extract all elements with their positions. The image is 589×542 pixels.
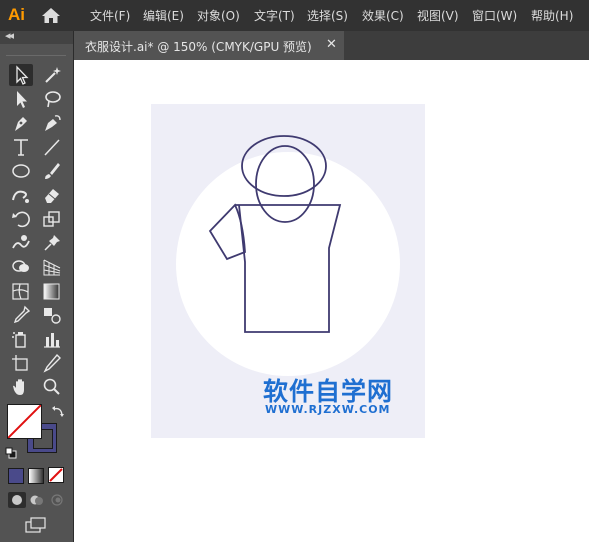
menu-view[interactable]: 视图(V) <box>417 7 459 24</box>
eraser-tool-icon[interactable] <box>40 184 64 206</box>
menu-file[interactable]: 文件(F) <box>90 7 130 24</box>
default-fill-stroke-icon[interactable] <box>5 444 17 459</box>
fill-swatch[interactable] <box>7 404 42 439</box>
type-tool-icon[interactable] <box>9 136 33 158</box>
ellipse-tool-icon[interactable] <box>9 160 33 182</box>
gradient-tool-icon[interactable] <box>40 280 64 302</box>
paintbrush-tool-icon[interactable] <box>40 160 64 182</box>
perspective-grid-tool-icon[interactable] <box>40 256 64 278</box>
menu-edit[interactable]: 编辑(E) <box>143 7 184 24</box>
symbol-sprayer-tool-icon[interactable] <box>9 328 33 350</box>
document-tab-title: 衣服设计.ai* @ 150% (CMYK/GPU 预览) <box>85 40 312 54</box>
screen-mode-icon[interactable] <box>24 516 48 534</box>
tools-panel-header[interactable]: ◂◂ <box>0 29 73 44</box>
mesh-tool-icon[interactable] <box>9 280 33 302</box>
artboard-tool-icon[interactable] <box>9 352 33 374</box>
pen-tool-icon[interactable] <box>9 112 33 134</box>
menu-bar: Ai 文件(F) 编辑(E) 对象(O) 文字(T) 选择(S) 效果(C) 视… <box>0 0 589 31</box>
background-circle <box>176 152 400 376</box>
draw-behind-icon[interactable] <box>28 492 46 508</box>
lasso-tool-icon[interactable] <box>40 88 64 110</box>
pin-tool-icon[interactable] <box>40 232 64 254</box>
warp-tool-icon[interactable] <box>9 232 33 254</box>
curvature-tool-icon[interactable] <box>40 112 64 134</box>
draw-normal-icon[interactable] <box>8 492 26 508</box>
draw-inside-icon[interactable] <box>48 492 66 508</box>
direct-selection-tool-icon[interactable] <box>9 88 33 110</box>
watermark-url: WWW.RJZXW.COM <box>265 403 391 416</box>
menu-object[interactable]: 对象(O) <box>197 7 240 24</box>
panel-grip[interactable] <box>6 55 66 56</box>
menu-type[interactable]: 文字(T) <box>254 7 295 24</box>
shape-builder-tool-icon[interactable] <box>9 256 33 278</box>
slice-tool-icon[interactable] <box>40 352 64 374</box>
hand-tool-icon[interactable] <box>9 376 33 398</box>
shaper-tool-icon[interactable] <box>9 184 33 206</box>
menu-effect[interactable]: 效果(C) <box>362 7 404 24</box>
column-graph-tool-icon[interactable] <box>40 328 64 350</box>
illustrator-logo: Ai <box>8 5 25 24</box>
blend-tool-icon[interactable] <box>40 304 64 326</box>
menu-select[interactable]: 选择(S) <box>307 7 348 24</box>
home-icon[interactable] <box>41 6 61 24</box>
color-mode-button[interactable] <box>8 468 24 484</box>
collapse-panel-icon[interactable]: ◂◂ <box>5 29 14 42</box>
document-tab-bar: 衣服设计.ai* @ 150% (CMYK/GPU 预览) ✕ <box>74 31 589 60</box>
close-icon[interactable]: ✕ <box>326 37 337 52</box>
scale-tool-icon[interactable] <box>40 208 64 230</box>
selection-tool-icon[interactable] <box>9 64 33 86</box>
document-tab[interactable]: 衣服设计.ai* @ 150% (CMYK/GPU 预览) ✕ <box>74 31 344 60</box>
tools-panel: ◂◂ <box>0 29 74 542</box>
menu-help[interactable]: 帮助(H) <box>531 7 573 24</box>
magic-wand-tool-icon[interactable] <box>40 64 64 86</box>
zoom-tool-icon[interactable] <box>40 376 64 398</box>
none-mode-button[interactable] <box>48 467 64 483</box>
line-segment-tool-icon[interactable] <box>40 136 64 158</box>
eyedropper-tool-icon[interactable] <box>9 304 33 326</box>
rotate-tool-icon[interactable] <box>9 208 33 230</box>
gradient-mode-button[interactable] <box>28 468 44 484</box>
menu-window[interactable]: 窗口(W) <box>472 7 517 24</box>
swap-fill-stroke-icon[interactable] <box>51 404 65 418</box>
